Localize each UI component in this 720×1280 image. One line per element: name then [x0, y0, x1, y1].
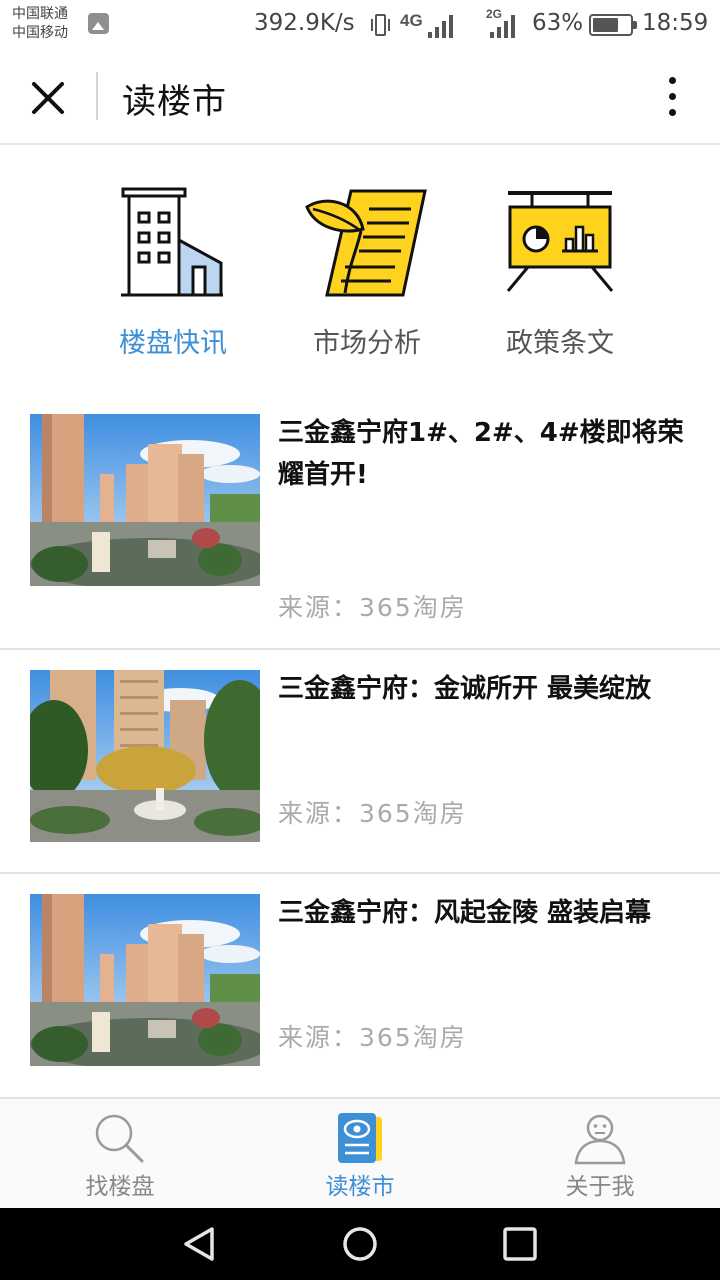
document-leaf-icon [305, 189, 427, 297]
signal-bars-1-icon [428, 15, 453, 38]
news-item[interactable]: 三金鑫宁府：金诚所开 最美绽放 来源：365淘房 [0, 650, 720, 874]
battery-icon [589, 14, 637, 36]
reading-icon [338, 1113, 382, 1163]
bottom-tab-bar: 找楼盘 读楼市 关于我 [0, 1097, 720, 1208]
user-icon [574, 1114, 626, 1165]
category-property-news[interactable]: 楼盘快讯 [83, 177, 263, 367]
building-rendering-image [30, 414, 260, 586]
header-divider [96, 72, 98, 120]
tab-find-property[interactable]: 找楼盘 [0, 1099, 240, 1210]
news-source: 来源：365淘房 [278, 1023, 467, 1052]
back-button[interactable] [180, 1224, 220, 1264]
carrier-info: 中国联通 中国移动 [12, 5, 68, 43]
news-thumbnail [30, 414, 260, 586]
news-item[interactable]: 三金鑫宁府：风起金陵 盛装启幕 来源：365淘房 [0, 874, 720, 1097]
category-label: 楼盘快讯 [119, 328, 227, 359]
recents-button[interactable] [500, 1224, 540, 1264]
tab-label: 读楼市 [325, 1174, 395, 1200]
news-thumbnail [30, 894, 260, 1066]
signal-icons: 4G 2G [371, 7, 515, 38]
network-speed: 392.9K/s [254, 10, 355, 36]
close-button[interactable] [26, 76, 70, 120]
more-options-button[interactable] [654, 72, 690, 122]
network-type-1: 4G [400, 11, 423, 30]
gallery-notification-icon [88, 13, 109, 34]
system-nav-bar [0, 1208, 720, 1280]
battery-percentage: 63% [532, 10, 584, 36]
category-nav: 楼盘快讯 市场分析 政策条文 [0, 147, 720, 392]
category-label: 政策条文 [506, 328, 614, 359]
recents-square-icon [503, 1227, 537, 1261]
clock: 18:59 [642, 10, 709, 36]
back-triangle-icon [184, 1227, 214, 1261]
news-source: 来源：365淘房 [278, 593, 467, 622]
app-header: 读楼市 [0, 50, 720, 145]
tab-label: 找楼盘 [85, 1174, 155, 1200]
news-title: 三金鑫宁府：风起金陵 盛装启幕 [278, 898, 652, 928]
tab-read-market[interactable]: 读楼市 [240, 1099, 480, 1210]
tab-about-me[interactable]: 关于我 [480, 1099, 720, 1210]
news-thumbnail [30, 670, 260, 842]
status-bar: 中国联通 中国移动 392.9K/s 4G 2G 63% 18:59 [0, 0, 720, 50]
news-item[interactable]: 三金鑫宁府1#、2#、4#楼即将荣耀首开! 来源：365淘房 [0, 392, 720, 650]
close-icon [32, 82, 64, 114]
garden-rendering-image [30, 670, 260, 842]
vibrate-icon [371, 14, 390, 36]
category-label: 市场分析 [313, 328, 421, 359]
building-icon [121, 187, 223, 297]
search-icon [95, 1114, 144, 1163]
carrier-2-label: 中国移动 [12, 25, 68, 41]
billboard-chart-icon [506, 191, 614, 292]
home-button[interactable] [340, 1224, 380, 1264]
building-rendering-image [30, 894, 260, 1066]
carrier-1-label: 中国联通 [12, 6, 68, 22]
category-market-analysis[interactable]: 市场分析 [277, 177, 457, 367]
more-vertical-icon [669, 77, 676, 84]
news-title: 三金鑫宁府：金诚所开 最美绽放 [278, 674, 652, 704]
category-policy[interactable]: 政策条文 [470, 177, 650, 367]
network-type-2: 2G [486, 7, 502, 21]
news-title: 三金鑫宁府1#、2#、4#楼即将荣耀首开! [278, 418, 684, 490]
tab-label: 关于我 [565, 1174, 635, 1200]
news-source: 来源：365淘房 [278, 799, 467, 828]
home-circle-icon [343, 1227, 377, 1261]
page-title: 读楼市 [122, 82, 227, 122]
